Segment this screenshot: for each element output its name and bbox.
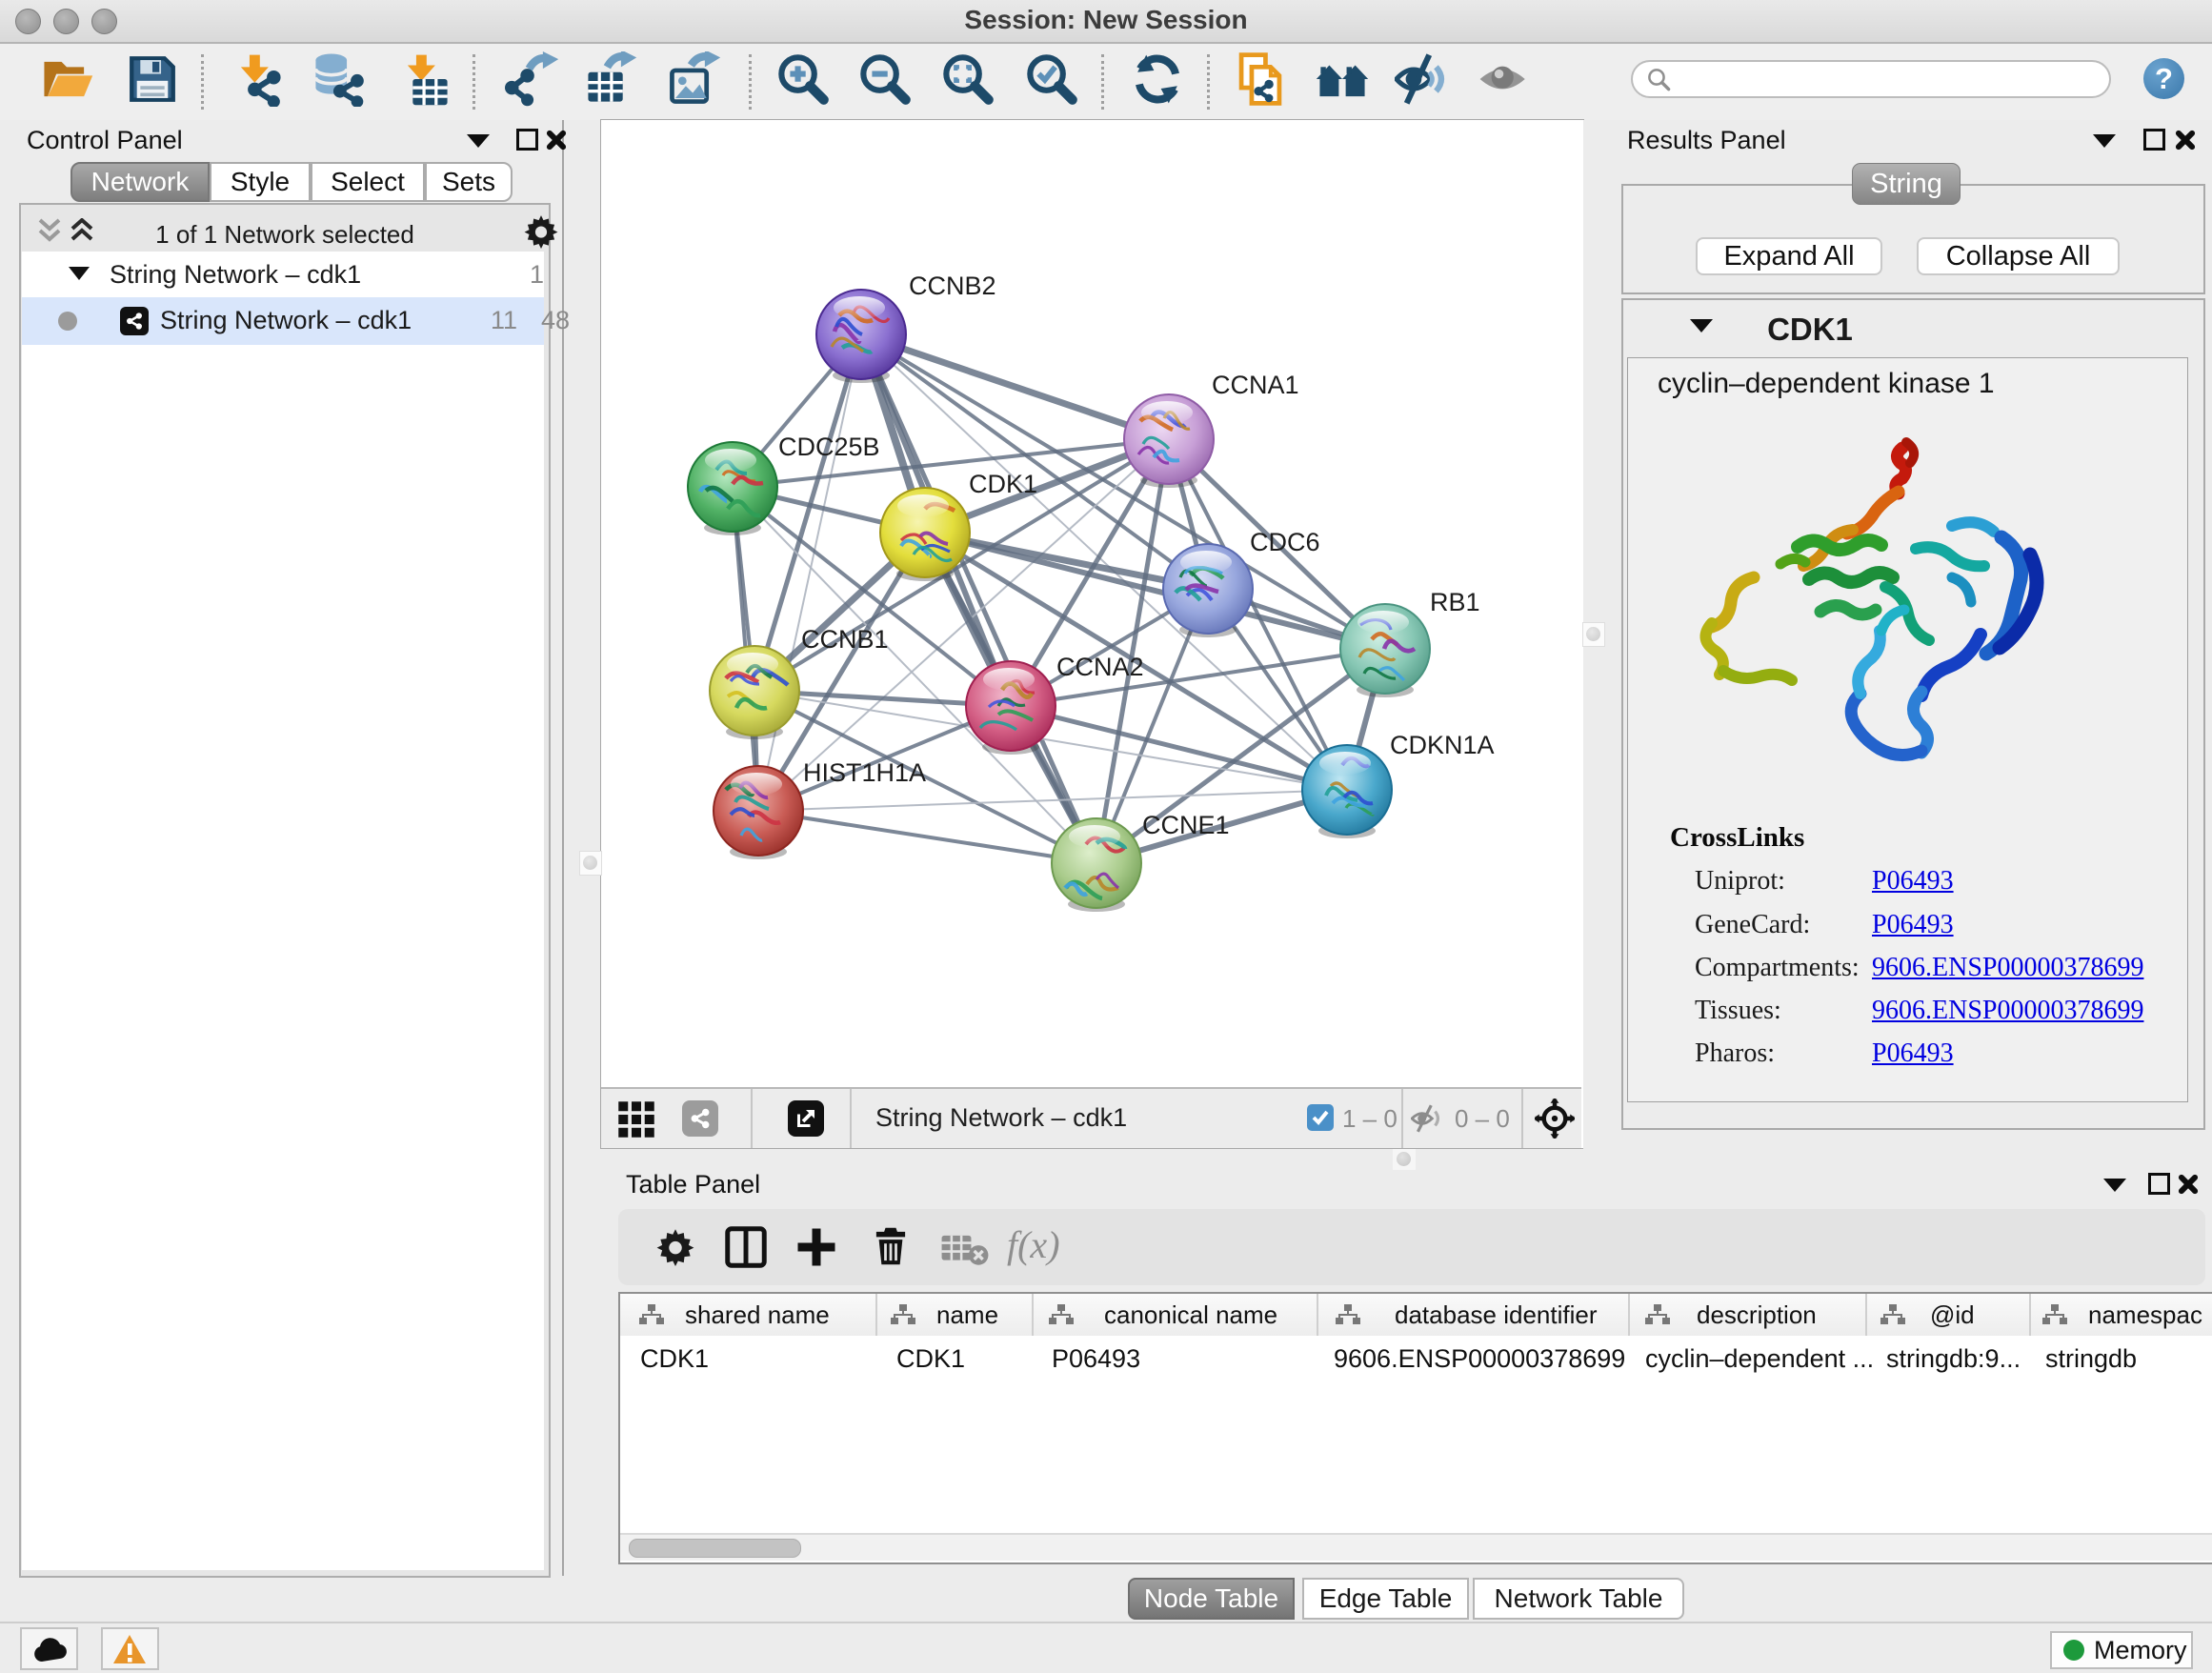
svg-text:HIST1H1A: HIST1H1A <box>803 758 926 787</box>
svg-text:RB1: RB1 <box>1430 588 1480 616</box>
svg-text:CDC6: CDC6 <box>1250 528 1320 556</box>
svg-text:CCNA1: CCNA1 <box>1212 371 1299 399</box>
svg-text:CCNB1: CCNB1 <box>801 625 889 654</box>
svg-text:CDKN1A: CDKN1A <box>1390 731 1495 759</box>
svg-text:CDC25B: CDC25B <box>778 433 880 461</box>
svg-text:CCNA2: CCNA2 <box>1056 653 1144 681</box>
svg-text:CDK1: CDK1 <box>969 470 1037 498</box>
svg-text:CCNB2: CCNB2 <box>909 272 996 300</box>
svg-text:CCNE1: CCNE1 <box>1142 811 1230 839</box>
